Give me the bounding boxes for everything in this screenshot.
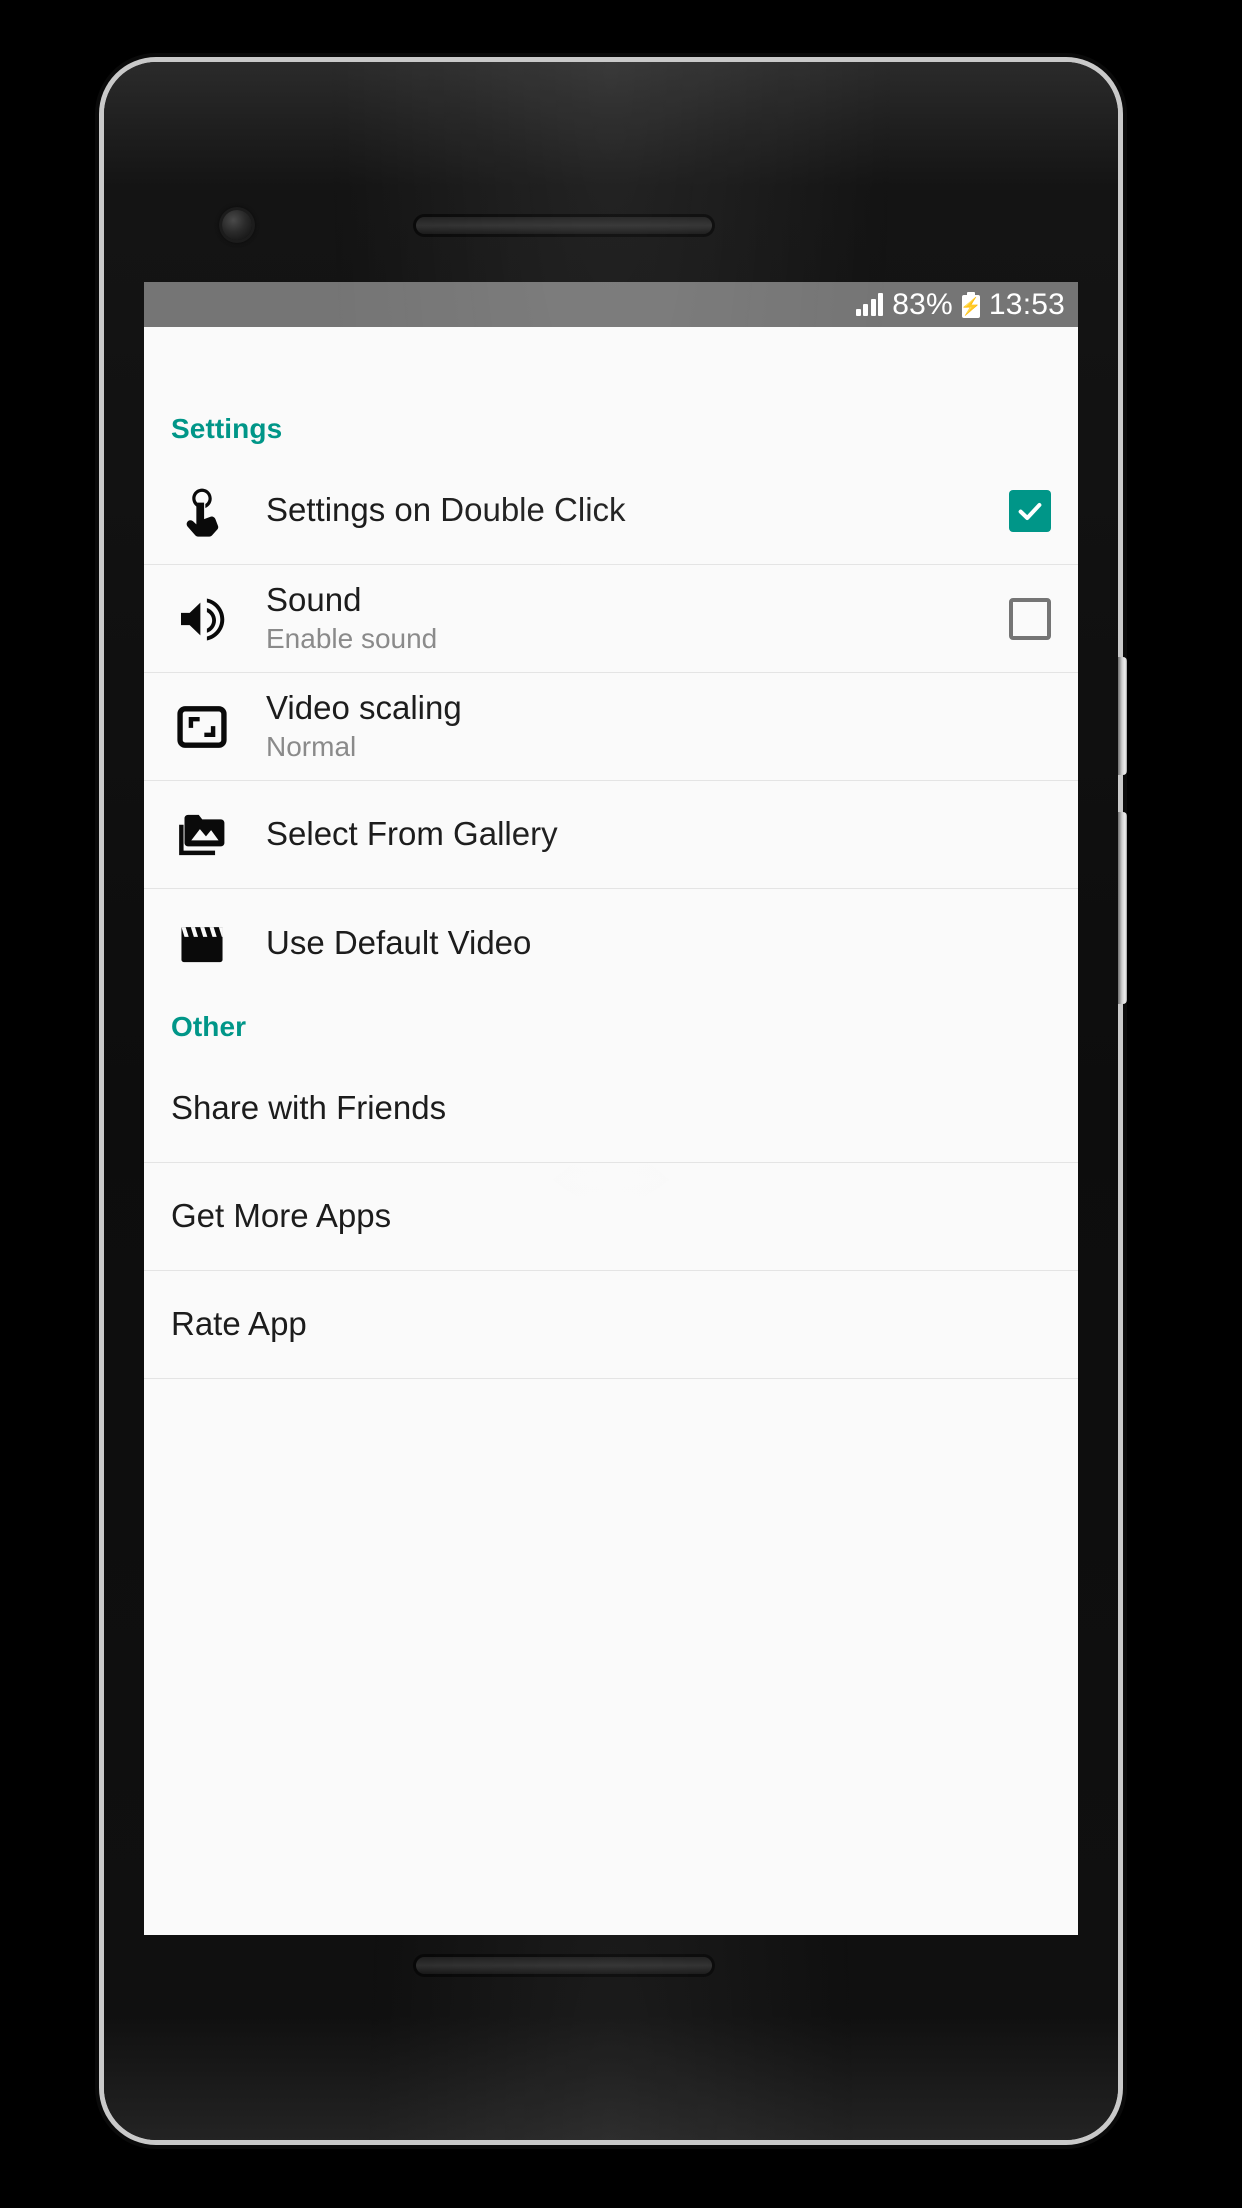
pref-title: Rate App — [171, 1305, 307, 1343]
content-bottom-filler — [144, 1379, 1078, 1539]
pref-title: Use Default Video — [266, 923, 532, 961]
pref-title: Select From Gallery — [266, 815, 558, 853]
fit-screen-icon — [171, 696, 233, 758]
battery-percent-label: 83% — [892, 287, 953, 321]
pref-row-rate-app[interactable]: Rate App — [144, 1271, 1078, 1379]
phone-device-frame: 83% ⚡ 13:53 Settings Settings on Double … — [104, 62, 1127, 2140]
pref-summary: Enable sound — [266, 623, 438, 655]
pref-row-get-more-apps[interactable]: Get More Apps — [144, 1163, 1078, 1271]
power-button[interactable] — [1118, 657, 1127, 775]
pref-title: Sound — [266, 581, 362, 619]
pref-title: Video scaling — [266, 689, 462, 727]
speaker-volume-icon — [171, 588, 233, 650]
pref-texts: Settings on Double Click — [266, 491, 989, 529]
checkbox-settings-on-double-click[interactable] — [1009, 489, 1051, 532]
pref-row-select-from-gallery[interactable]: Select From Gallery — [144, 781, 1078, 889]
bottom-speaker — [416, 1957, 712, 1974]
pref-texts: Sound Enable sound — [266, 581, 989, 655]
pref-row-share-with-friends[interactable]: Share with Friends — [144, 1055, 1078, 1163]
pref-texts: Select From Gallery — [266, 815, 1051, 853]
phone-screen: 83% ⚡ 13:53 Settings Settings on Double … — [144, 282, 1078, 1935]
section-header-other: Other — [171, 1011, 247, 1042]
volume-rocker-button[interactable] — [1118, 812, 1127, 1004]
pref-texts: Get More Apps — [171, 1197, 1051, 1235]
status-bar: 83% ⚡ 13:53 — [144, 282, 1078, 327]
touch-tap-icon — [171, 480, 233, 542]
signal-bars-icon — [855, 293, 884, 316]
pref-title: Get More Apps — [171, 1197, 392, 1235]
pref-row-video-scaling[interactable]: Video scaling Normal — [144, 673, 1078, 781]
earpiece-speaker — [416, 217, 712, 234]
pref-row-sound[interactable]: Sound Enable sound — [144, 565, 1078, 673]
content-top-spacer — [144, 327, 1078, 399]
pref-texts: Rate App — [171, 1305, 1051, 1343]
checkbox-sound[interactable] — [1009, 597, 1051, 640]
pref-texts: Video scaling Normal — [266, 689, 1051, 763]
movie-clapperboard-icon — [171, 912, 233, 974]
pref-summary: Normal — [266, 731, 357, 763]
pref-row-use-default-video[interactable]: Use Default Video — [144, 889, 1078, 997]
battery-charging-icon: ⚡ — [960, 291, 982, 318]
pref-row-settings-on-double-click[interactable]: Settings on Double Click — [144, 457, 1078, 565]
photo-library-icon — [171, 804, 233, 866]
section-header-settings: Settings — [171, 413, 283, 444]
pref-title: Settings on Double Click — [266, 491, 626, 529]
status-bar-clock: 13:53 — [988, 287, 1065, 321]
pref-texts: Share with Friends — [171, 1089, 1051, 1127]
settings-screen: Settings Settings on Double Click Sound … — [144, 327, 1078, 1935]
pref-texts: Use Default Video — [266, 923, 1051, 962]
front-camera-icon — [222, 210, 252, 240]
pref-title: Share with Friends — [171, 1089, 447, 1127]
